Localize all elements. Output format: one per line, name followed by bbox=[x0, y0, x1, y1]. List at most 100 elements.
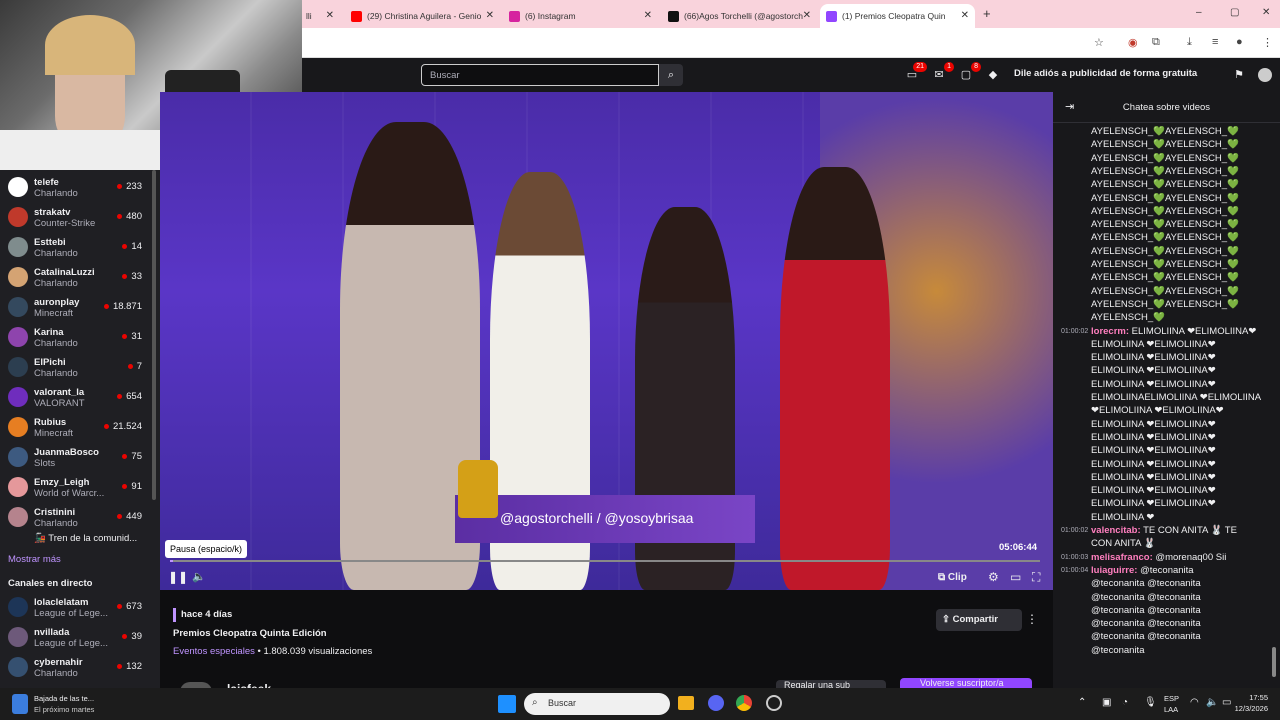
browser-tab[interactable]: (1) Premios Cleopatra Quin ✕ bbox=[820, 4, 975, 28]
media-icon[interactable]: ≡ bbox=[1212, 36, 1218, 48]
tray-app-icon[interactable]: ▣ bbox=[1102, 697, 1111, 708]
chat-username[interactable]: luiaguirre: bbox=[1091, 565, 1137, 576]
channel-game: Charlando bbox=[34, 368, 78, 379]
notifications-icon[interactable]: ▢ 8 bbox=[959, 62, 981, 82]
sidebar-channel[interactable]: Esttebi Charlando 14 bbox=[0, 232, 150, 262]
maximize-icon[interactable]: ▢ bbox=[1230, 7, 1239, 18]
chat-text: AYELENSCH_💚AYELENSCH_💚 bbox=[1091, 272, 1239, 284]
notif-title[interactable]: Bajada de las te... bbox=[34, 694, 94, 703]
language-code[interactable]: ESP bbox=[1164, 694, 1179, 703]
star-icon[interactable]: ☆ bbox=[1094, 36, 1104, 49]
category-link[interactable]: Eventos especiales bbox=[173, 646, 255, 657]
chat-text: @teconanita bbox=[1091, 644, 1145, 656]
clip-button[interactable]: ⧉ Clip bbox=[938, 572, 967, 583]
weather-icon[interactable] bbox=[12, 694, 28, 714]
browser-tab[interactable]: (66)Agos Torchelli (@agostorch ✕ bbox=[662, 4, 817, 28]
sidebar-channel[interactable]: ElPichi Charlando 7 bbox=[0, 352, 150, 382]
more-options-icon[interactable]: ⋮ bbox=[1026, 612, 1038, 626]
live-dot bbox=[122, 273, 128, 279]
close-tab-icon[interactable]: ✕ bbox=[326, 10, 334, 21]
fullscreen-icon[interactable]: ⛶ bbox=[1032, 570, 1040, 585]
volume-icon[interactable]: 🔈 bbox=[1206, 697, 1218, 708]
windows-start-icon[interactable] bbox=[498, 695, 516, 713]
gift-icon[interactable]: ⚑ bbox=[1232, 68, 1246, 82]
sidebar-channel[interactable]: JuanmaBosco Slots 75 bbox=[0, 442, 150, 472]
chat-username[interactable]: melisafranco: bbox=[1091, 552, 1153, 563]
sidebar-channel[interactable]: lolaclelatam League of Lege... 673 bbox=[0, 592, 150, 622]
new-tab-icon[interactable]: + bbox=[983, 6, 991, 21]
sidebar-channel[interactable]: Emzy_Leigh World of Warcr... 91 bbox=[0, 472, 150, 502]
live-dot bbox=[117, 183, 123, 189]
prime-loot-icon[interactable]: ▭ 21 bbox=[905, 62, 927, 82]
chat-username[interactable]: valencitab: bbox=[1091, 525, 1141, 536]
sidebar-channel[interactable]: cybernahir Charlando 132 bbox=[0, 652, 150, 682]
sidebar-channel[interactable]: strakatv Counter-Strike 480 bbox=[0, 202, 150, 232]
inbox-icon[interactable]: ✉ 1 bbox=[932, 62, 954, 82]
settings-icon[interactable]: ⚙ bbox=[988, 570, 999, 584]
progress-bar[interactable] bbox=[170, 560, 1040, 562]
avatar bbox=[8, 267, 28, 287]
channel-name: auronplay bbox=[34, 297, 80, 308]
theatre-mode-icon[interactable]: ▭ bbox=[1010, 570, 1021, 584]
tray-sync-icon[interactable]: ◔ bbox=[1122, 697, 1128, 708]
taskbar-search[interactable]: ⌕ Buscar bbox=[524, 693, 670, 715]
puzzle-icon[interactable]: ⧉ bbox=[1152, 36, 1160, 49]
chrome-icon[interactable] bbox=[736, 695, 752, 711]
close-tab-icon[interactable]: ✕ bbox=[644, 10, 652, 21]
sidebar-channel[interactable]: nvillada League of Lege... 39 bbox=[0, 622, 150, 652]
search-icon[interactable]: ⌕ bbox=[659, 64, 683, 86]
chat-scrollbar[interactable] bbox=[1272, 647, 1276, 677]
chat-message: @teconanita @teconanita bbox=[1091, 618, 1201, 629]
profile-icon[interactable]: ● bbox=[1236, 36, 1243, 48]
sidebar-channel[interactable]: Cristinini Charlando 449 bbox=[0, 502, 150, 532]
channel-game: Counter-Strike bbox=[34, 218, 96, 229]
channel-game: World of Warcr... bbox=[34, 488, 105, 499]
download-icon[interactable]: ⤓ bbox=[1187, 36, 1192, 49]
extension-icon[interactable]: ◉ bbox=[1128, 36, 1138, 49]
discord-icon[interactable] bbox=[708, 695, 724, 711]
gift-sub-button[interactable]: Regalar una sub bbox=[776, 680, 886, 688]
sidebar-channel[interactable]: Rubius Minecraft 21.524 bbox=[0, 412, 150, 442]
show-more-link[interactable]: Mostrar más bbox=[8, 554, 61, 565]
search-input[interactable]: Buscar bbox=[421, 64, 659, 86]
chat-text: AYELENSCH_💚AYELENSCH_💚 bbox=[1091, 232, 1239, 244]
subscribe-button[interactable]: Volverse suscriptor/a bbox=[900, 678, 1032, 688]
chat-username[interactable]: lorecrm: bbox=[1091, 326, 1129, 337]
search-icon: ⌕ bbox=[532, 697, 538, 708]
pause-icon[interactable]: ❚❚ bbox=[168, 570, 188, 584]
live-channels-header: Canales en directo bbox=[8, 578, 93, 589]
menu-icon[interactable]: ⋮ bbox=[1262, 36, 1273, 49]
tray-chevron-icon[interactable]: ⌃ bbox=[1078, 697, 1086, 708]
ad-free-link[interactable]: Dile adiós a publicidad de forma gratuit… bbox=[1014, 68, 1197, 79]
steam-icon[interactable] bbox=[766, 695, 782, 711]
sidebar-channel[interactable]: telefe Charlando 233 bbox=[0, 172, 150, 202]
sidebar-scrollbar[interactable] bbox=[152, 170, 156, 500]
view-count: • 1.808.039 visualizaciones bbox=[257, 646, 373, 657]
close-tab-icon[interactable]: ✕ bbox=[803, 10, 811, 21]
share-button[interactable]: ⇪ Compartir bbox=[936, 609, 1022, 631]
bits-icon[interactable]: ◆ bbox=[986, 68, 1000, 82]
browser-tab[interactable]: lli ✕ bbox=[300, 4, 340, 28]
browser-tab[interactable]: (29) Christina Aguilera - Genio ✕ bbox=[345, 4, 500, 28]
clock-time[interactable]: 17:55 bbox=[1222, 693, 1268, 702]
browser-tab[interactable]: (6) Instagram ✕ bbox=[503, 4, 658, 28]
close-window-icon[interactable]: ✕ bbox=[1262, 7, 1270, 18]
keyboard-layout[interactable]: LAA bbox=[1164, 705, 1178, 714]
close-tab-icon[interactable]: ✕ bbox=[486, 10, 494, 21]
volume-icon[interactable]: 🔈 bbox=[192, 570, 206, 583]
close-tab-icon[interactable]: ✕ bbox=[961, 10, 969, 21]
sidebar-channel[interactable]: auronplay Minecraft 18.871 bbox=[0, 292, 150, 322]
clock-date[interactable]: 12/3/2026 bbox=[1222, 704, 1268, 713]
chat-message: AYELENSCH_💚AYELENSCH_💚 bbox=[1091, 219, 1239, 230]
mic-icon[interactable]: 🎙 bbox=[1144, 697, 1157, 708]
viewer-count: 654 bbox=[117, 391, 142, 402]
sidebar-channel[interactable]: valorant_la VALORANT 654 bbox=[0, 382, 150, 412]
minimize-icon[interactable]: – bbox=[1196, 7, 1202, 18]
avatar[interactable] bbox=[1258, 68, 1272, 82]
wifi-icon[interactable]: ◠ bbox=[1190, 697, 1199, 708]
sidebar-channel[interactable]: Karina Charlando 31 bbox=[0, 322, 150, 352]
file-explorer-icon[interactable] bbox=[678, 696, 694, 710]
chat-text: TE CON ANITA 🐰 TE bbox=[1140, 525, 1237, 536]
sidebar-channel[interactable]: CatalinaLuzzi Charlando 33 bbox=[0, 262, 150, 292]
channel-game: Charlando bbox=[34, 188, 78, 199]
